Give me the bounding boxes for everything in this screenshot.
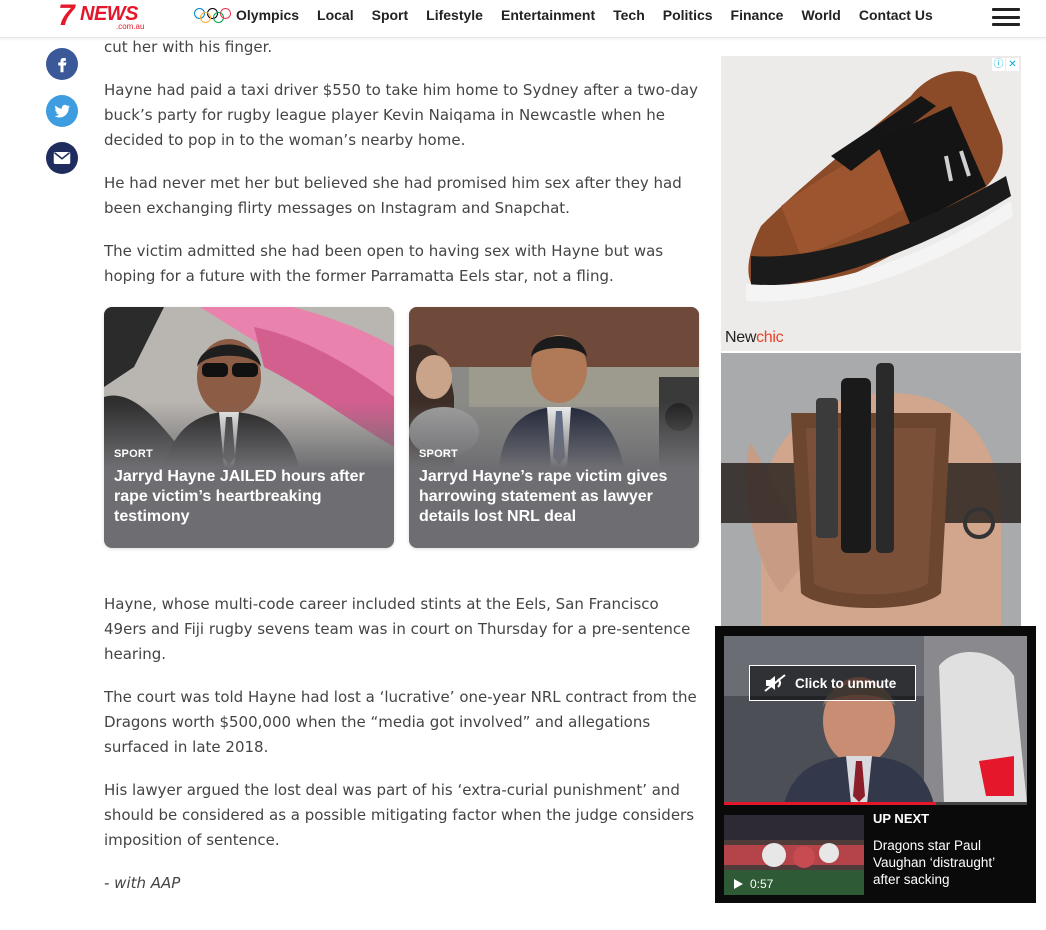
- video-player[interactable]: Click to unmute 0:57 UP NEXT Dragons sta…: [715, 626, 1036, 903]
- up-next-label: UP NEXT: [873, 811, 930, 826]
- info-icon[interactable]: ⓘ: [992, 58, 1005, 71]
- nav-item-olympics[interactable]: Olympics: [194, 7, 299, 23]
- twitter-icon[interactable]: [46, 95, 78, 127]
- article-paragraph: cut her with his finger.: [104, 38, 273, 56]
- nav-item-world[interactable]: World: [801, 7, 840, 23]
- article-paragraph: The court was told Hayne had lost a ‘luc…: [104, 688, 697, 756]
- close-icon[interactable]: ✕: [1006, 58, 1019, 71]
- article-byline: - with AAP: [104, 874, 181, 892]
- nav-item-tech[interactable]: Tech: [613, 7, 645, 23]
- article-paragraph: The victim admitted she had been open to…: [104, 242, 664, 285]
- brand-part-chic: chic: [756, 329, 784, 346]
- mute-speaker-icon: [764, 674, 786, 692]
- 7news-logo[interactable]: 7 NEWS .com.au: [58, 0, 152, 32]
- nav-item-finance[interactable]: Finance: [731, 7, 784, 23]
- ad-brand-logo: Newchic: [725, 329, 784, 347]
- duration-text: 0:57: [750, 877, 774, 891]
- email-icon[interactable]: [46, 142, 78, 174]
- unmute-label: Click to unmute: [795, 675, 897, 691]
- video-progress-fill: [724, 802, 937, 805]
- card-headline: Jarryd Hayne JAILED hours after rape vic…: [114, 468, 365, 525]
- article-paragraph: Hayne, whose multi-code career included …: [104, 595, 691, 663]
- ad-choices[interactable]: ⓘ ✕: [991, 58, 1019, 71]
- play-icon: [734, 879, 743, 889]
- shoe-advertisement[interactable]: ⓘ ✕ Newchic: [721, 56, 1021, 351]
- brand-part-new: New: [725, 329, 757, 346]
- up-next-thumbnail[interactable]: 0:57: [724, 815, 864, 895]
- hamburger-menu-icon[interactable]: [992, 8, 1020, 28]
- article-paragraph: His lawyer argued the lost deal was part…: [104, 781, 695, 849]
- holster-advertisement[interactable]: [721, 353, 1021, 627]
- olympic-rings-icon: [194, 8, 232, 23]
- article-paragraph: He had never met her but believed she ha…: [104, 174, 682, 217]
- nav-item-contact-us[interactable]: Contact Us: [859, 7, 933, 23]
- nav-item-lifestyle[interactable]: Lifestyle: [426, 7, 483, 23]
- up-next-title[interactable]: Dragons star Paul Vaughan ‘distraught’ a…: [873, 837, 1023, 888]
- card-category-tag: SPORT: [114, 448, 153, 460]
- card-headline: Jarryd Hayne’s rape victim gives harrowi…: [419, 468, 668, 525]
- related-article-card[interactable]: SPORT Jarryd Hayne JAILED hours after ra…: [104, 307, 394, 548]
- logo-seven: 7: [58, 0, 75, 32]
- nav-item-politics[interactable]: Politics: [663, 7, 713, 23]
- unmute-button[interactable]: Click to unmute: [749, 665, 916, 701]
- video-progress-bar[interactable]: [724, 802, 1027, 805]
- top-navigation-bar: 7 NEWS .com.au Olympics Local Sport Life…: [0, 0, 1046, 38]
- related-article-card[interactable]: SPORT Jarryd Hayne’s rape victim gives h…: [409, 307, 699, 548]
- video-duration: 0:57: [732, 877, 773, 891]
- facebook-icon[interactable]: [46, 48, 78, 80]
- nav-item-entertainment[interactable]: Entertainment: [501, 7, 595, 23]
- main-nav: Olympics Local Sport Lifestyle Entertain…: [194, 7, 951, 23]
- card-category-tag: SPORT: [419, 448, 458, 460]
- nav-item-sport[interactable]: Sport: [372, 7, 409, 23]
- article-paragraph: Hayne had paid a taxi driver $550 to tak…: [104, 81, 699, 149]
- nav-item-local[interactable]: Local: [317, 7, 354, 23]
- video-frame[interactable]: Click to unmute: [724, 636, 1027, 804]
- nav-label-olympics: Olympics: [236, 7, 300, 23]
- logo-domain: .com.au: [116, 22, 145, 31]
